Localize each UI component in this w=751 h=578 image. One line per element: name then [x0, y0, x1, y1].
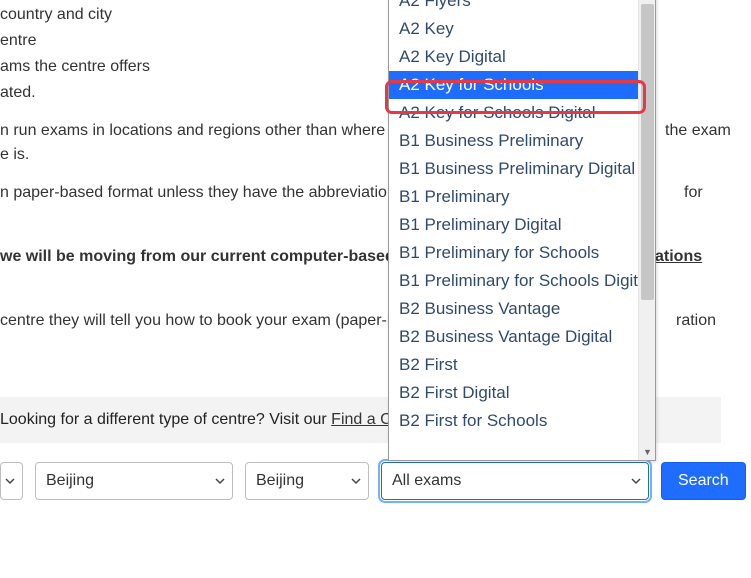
search-button[interactable]: Search [661, 462, 746, 500]
exam-option[interactable]: B1 Preliminary [389, 183, 655, 211]
scrollbar-track[interactable]: ▲ ▼ [638, 0, 655, 460]
text-line: entre [0, 32, 36, 50]
text-line: ated. [0, 84, 36, 102]
text-line: ration [676, 312, 716, 330]
text-link-fragment[interactable]: ations [655, 248, 702, 266]
text-line: ams the centre offers [0, 58, 150, 76]
text-line-bold: we will be moving from our current compu… [0, 248, 416, 266]
text-line: country and city [0, 6, 112, 24]
chevron-down-icon [214, 475, 226, 487]
exam-option[interactable]: B2 First Digital [389, 379, 655, 407]
exam-option[interactable]: B1 Business Preliminary Digital [389, 155, 655, 183]
region-select-value: Beijing [46, 472, 94, 490]
exam-select-value: All exams [392, 472, 461, 490]
exam-option[interactable]: A2 Key for Schools Digital [389, 99, 655, 127]
chevron-down-icon [630, 475, 642, 487]
exam-option[interactable]: A2 Key for Schools [389, 71, 655, 99]
exam-option[interactable]: B1 Preliminary Digital [389, 211, 655, 239]
scroll-down-icon[interactable]: ▼ [639, 443, 656, 460]
chevron-down-icon [350, 475, 362, 487]
text-line: the exam [665, 122, 731, 140]
country-select-truncated[interactable] [0, 462, 23, 500]
exam-option[interactable]: B1 Preliminary for Schools Digital [389, 267, 655, 295]
exam-option[interactable]: B2 First for Schools [389, 407, 655, 435]
exam-option[interactable]: B1 Preliminary for Schools [389, 239, 655, 267]
exam-option[interactable]: B2 Business Vantage [389, 295, 655, 323]
text-line: e is. [0, 146, 29, 164]
exam-option[interactable]: A2 Flyers [389, 0, 655, 15]
exam-option[interactable]: A2 Key Digital [389, 43, 655, 71]
text-line: n paper-based format unless they have th… [0, 184, 415, 202]
callout-text: Looking for a different type of centre? … [0, 411, 331, 428]
exam-option[interactable]: B2 First [389, 351, 655, 379]
scrollbar-thumb[interactable] [641, 4, 654, 300]
text-line: n run exams in locations and regions oth… [0, 122, 412, 140]
chevron-down-icon [4, 475, 16, 487]
exam-option[interactable]: B1 Business Preliminary [389, 127, 655, 155]
city-select[interactable]: Beijing [245, 462, 369, 500]
text-line: for [684, 184, 703, 202]
text-line: centre they will tell you how to book yo… [0, 312, 413, 330]
region-select[interactable]: Beijing [35, 462, 233, 500]
exam-option[interactable]: B2 Business Vantage Digital [389, 323, 655, 351]
city-select-value: Beijing [256, 472, 304, 490]
exam-option[interactable]: A2 Key [389, 15, 655, 43]
exam-dropdown[interactable]: A2 FlyersA2 KeyA2 Key DigitalA2 Key for … [388, 0, 656, 461]
exam-select[interactable]: All exams [381, 462, 649, 500]
